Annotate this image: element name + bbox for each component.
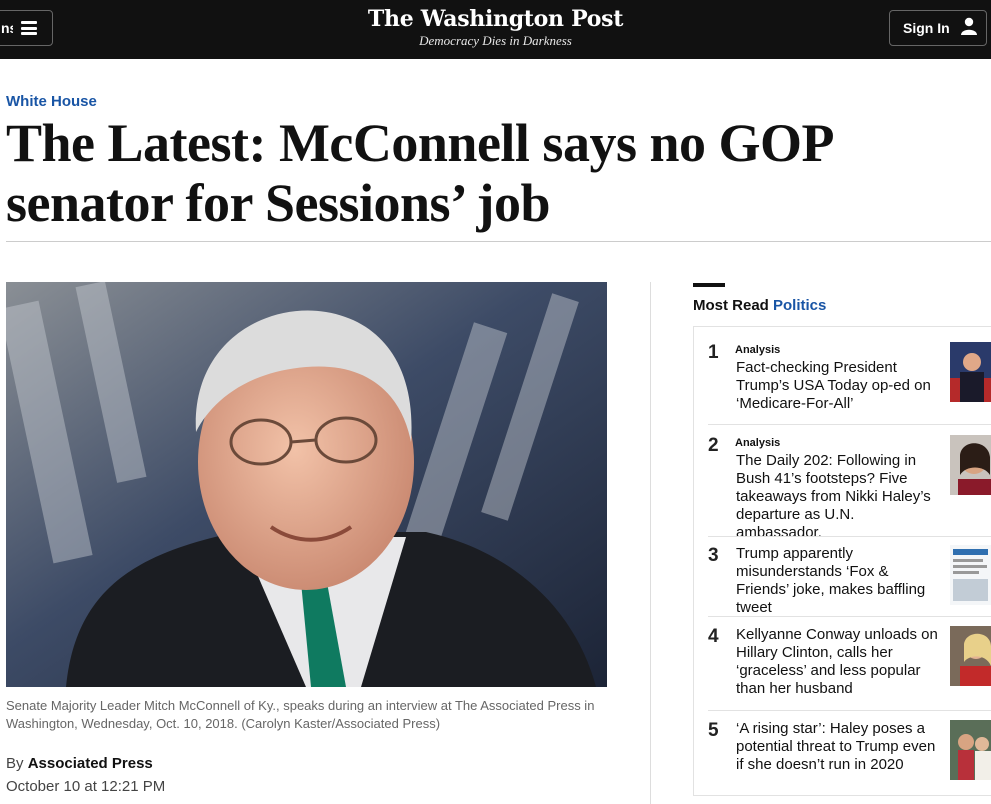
thumbnail[interactable] (950, 626, 991, 686)
rank-number: 3 (708, 545, 719, 566)
brand-name: The Washington Post (367, 6, 624, 32)
top-nav-bar: ns The Washington Post Democracy Dies in… (0, 0, 991, 59)
rank-number: 1 (708, 342, 719, 363)
thumbnail[interactable] (950, 545, 991, 605)
brand-slogan: Democracy Dies in Darkness (419, 33, 572, 48)
rank-number: 2 (708, 435, 719, 456)
headline-link[interactable]: The Daily 202: Following in Bush 41’s fo… (736, 452, 944, 542)
most-read-item[interactable]: 2 Analysis The Daily 202: Following in B… (693, 433, 991, 541)
item-divider (708, 616, 991, 617)
most-read-item[interactable]: 5 ‘A rising star’: Haley poses a potenti… (693, 720, 991, 784)
item-divider (708, 710, 991, 711)
sign-in-button[interactable]: Sign In (889, 10, 987, 46)
headline-link[interactable]: ‘A rising star’: Haley poses a potential… (736, 720, 944, 774)
byline-author[interactable]: Associated Press (28, 755, 153, 772)
most-read-title: Most Read Politics (693, 297, 826, 314)
most-read-item[interactable]: 4 Kellyanne Conway unloads on Hillary Cl… (693, 626, 991, 702)
item-divider (708, 536, 991, 537)
user-icon (960, 17, 978, 40)
most-read-bar (693, 283, 725, 287)
most-read-label: Most Read (693, 297, 769, 314)
lead-photo[interactable] (6, 282, 607, 687)
rank-number: 5 (708, 720, 719, 741)
rank-number: 4 (708, 626, 719, 647)
headline-link[interactable]: Trump apparently misunderstands ‘Fox & F… (736, 545, 944, 617)
byline-prefix: By (6, 755, 24, 772)
analysis-label: Analysis (735, 344, 781, 356)
thumbnail[interactable] (950, 720, 991, 780)
analysis-label: Analysis (735, 437, 781, 449)
thumbnail[interactable] (950, 435, 991, 495)
sign-in-label: Sign In (903, 20, 950, 36)
byline: By Associated Press (6, 755, 153, 772)
article-headline: The Latest: McConnell says no GOP senato… (6, 113, 832, 233)
photo-caption: Senate Majority Leader Mitch McConnell o… (6, 698, 595, 731)
most-read-item[interactable]: 1 Analysis Fact-checking President Trump… (693, 340, 991, 420)
item-divider (708, 424, 991, 425)
thumbnail[interactable] (950, 342, 991, 402)
headline-link[interactable]: Fact-checking President Trump’s USA Toda… (736, 359, 944, 413)
column-divider (650, 282, 651, 804)
most-read-item[interactable]: 3 Trump apparently misunderstands ‘Fox &… (693, 545, 991, 616)
masthead-logo[interactable]: The Washington Post Democracy Dies in Da… (0, 6, 991, 49)
section-kicker[interactable]: White House (6, 93, 97, 110)
most-read-section[interactable]: Politics (773, 297, 826, 314)
publish-timestamp: October 10 at 12:21 PM (6, 778, 166, 795)
headline-divider (6, 241, 991, 242)
headline-link[interactable]: Kellyanne Conway unloads on Hillary Clin… (736, 626, 944, 698)
